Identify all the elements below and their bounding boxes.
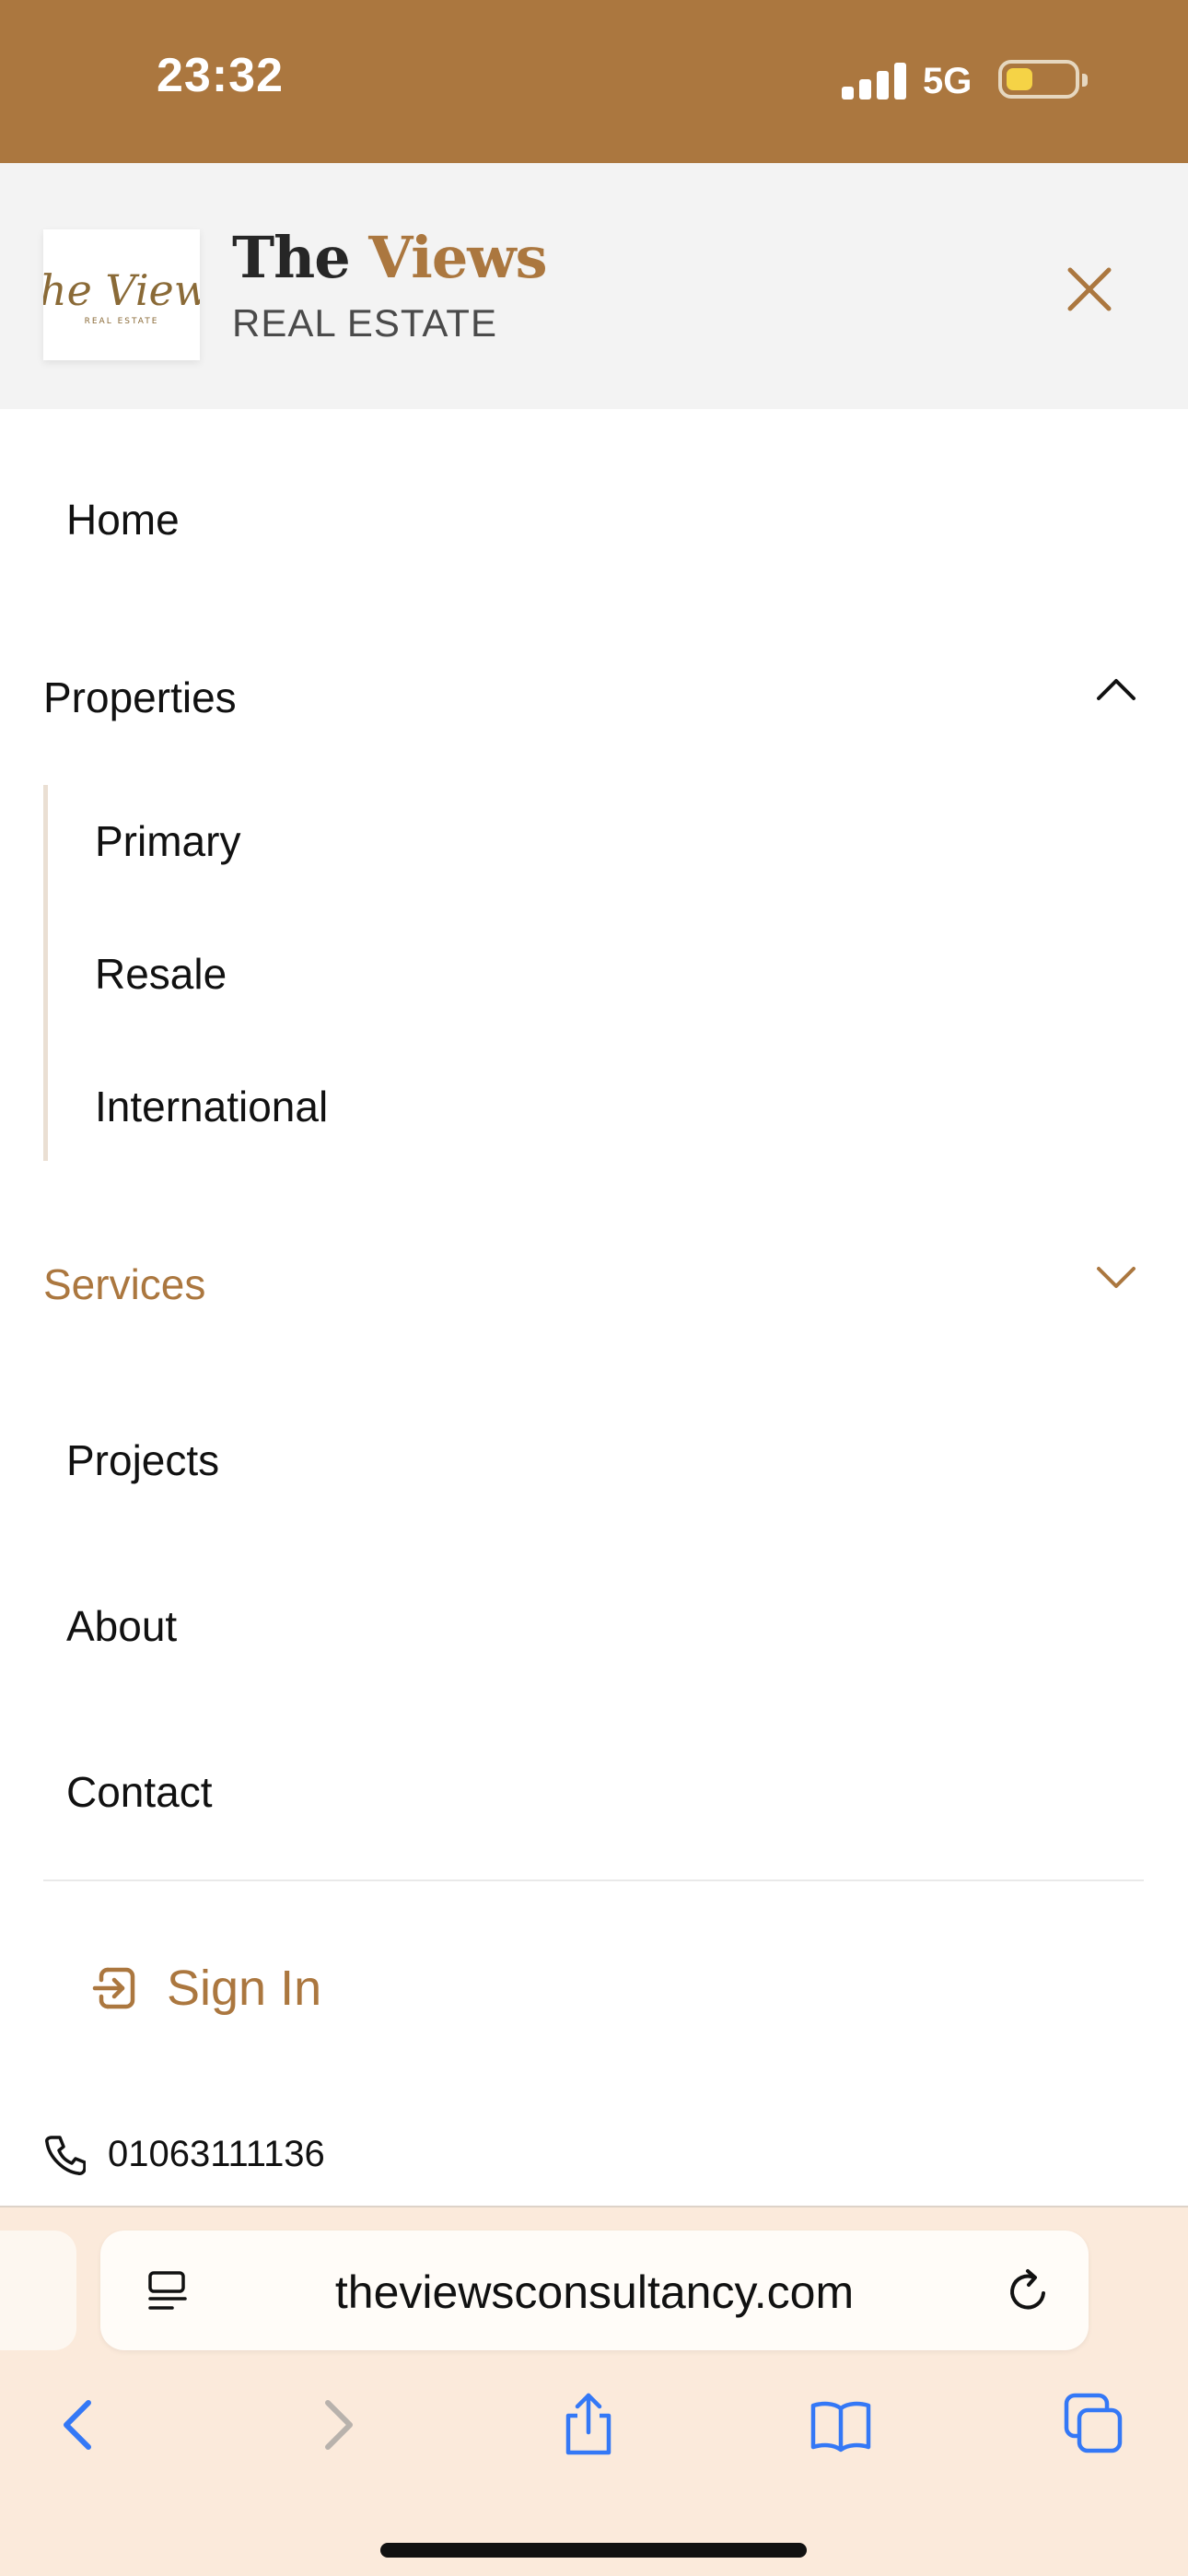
signal-icon bbox=[842, 61, 906, 100]
status-time: 23:32 bbox=[157, 49, 284, 102]
browser-toolbar: theviewsconsultancy.com bbox=[0, 2206, 1188, 2576]
sign-in-icon bbox=[92, 1967, 135, 2009]
url-text[interactable]: theviewsconsultancy.com bbox=[100, 2266, 1089, 2319]
menu-item-home[interactable]: Home bbox=[66, 495, 180, 544]
menu-item-properties[interactable]: Properties bbox=[43, 673, 237, 722]
brand-title-the: The bbox=[232, 224, 351, 291]
chevron-up-icon[interactable] bbox=[1093, 675, 1139, 703]
site-header: The Views REAL ESTATE The Views REAL EST… bbox=[0, 163, 1188, 409]
screen: 23:32 5G The Views REAL ESTATE The Views… bbox=[0, 0, 1188, 2576]
submenu-item-international[interactable]: International bbox=[95, 1082, 328, 1131]
submenu-item-primary[interactable]: Primary bbox=[95, 816, 240, 866]
sign-in-button[interactable]: Sign In bbox=[87, 1956, 321, 2020]
brand-subtitle: REAL ESTATE bbox=[232, 301, 497, 345]
brand-title: The Views bbox=[232, 224, 548, 291]
submenu-item-resale[interactable]: Resale bbox=[95, 949, 227, 999]
menu-item-contact[interactable]: Contact bbox=[66, 1767, 213, 1817]
reload-icon[interactable] bbox=[1003, 2266, 1054, 2317]
submenu-rail bbox=[43, 785, 48, 1161]
phone-link[interactable]: 01063111136 bbox=[43, 2130, 325, 2178]
tabs-icon[interactable] bbox=[1061, 2392, 1127, 2458]
close-icon bbox=[1067, 267, 1112, 311]
address-bar[interactable]: theviewsconsultancy.com bbox=[100, 2231, 1089, 2350]
brand-title-views: Views bbox=[368, 224, 547, 291]
menu-divider bbox=[43, 1879, 1144, 1881]
svg-text:REAL ESTATE: REAL ESTATE bbox=[85, 317, 159, 326]
menu-item-about[interactable]: About bbox=[66, 1601, 177, 1651]
forward-icon[interactable] bbox=[304, 2392, 370, 2458]
logo-image: The Views REAL ESTATE bbox=[11, 265, 231, 326]
network-label: 5G bbox=[923, 61, 973, 101]
bookmarks-icon[interactable] bbox=[808, 2392, 874, 2458]
svg-text:The Views: The Views bbox=[43, 265, 200, 315]
home-indicator[interactable] bbox=[380, 2543, 807, 2558]
back-icon[interactable] bbox=[46, 2392, 112, 2458]
previous-tab-peek[interactable] bbox=[0, 2231, 76, 2350]
menu-item-projects[interactable]: Projects bbox=[66, 1435, 219, 1485]
logo[interactable]: The Views REAL ESTATE bbox=[11, 229, 232, 360]
status-bar: 23:32 5G bbox=[0, 0, 1188, 163]
menu-item-services[interactable]: Services bbox=[43, 1259, 205, 1309]
battery-icon bbox=[998, 60, 1088, 99]
close-menu-button[interactable] bbox=[1057, 257, 1122, 322]
share-icon[interactable] bbox=[555, 2392, 622, 2458]
sign-in-label: Sign In bbox=[167, 1961, 322, 2016]
chevron-down-icon[interactable] bbox=[1093, 1264, 1139, 1292]
phone-icon bbox=[45, 2136, 86, 2175]
phone-number: 01063111136 bbox=[108, 2133, 325, 2174]
